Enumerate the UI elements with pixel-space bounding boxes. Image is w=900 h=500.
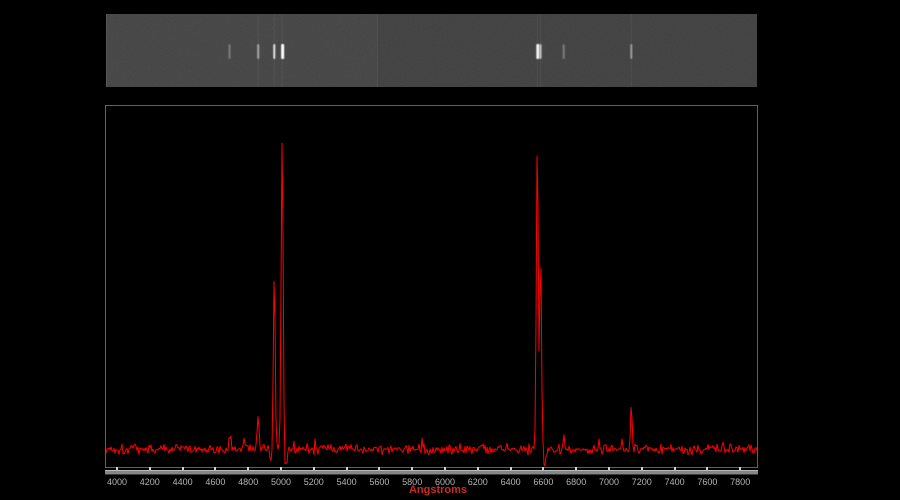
x-axis-tick — [116, 467, 118, 470]
x-tick-label: 4200 — [139, 477, 160, 487]
x-tick-label: 6800 — [566, 477, 587, 487]
emission-line-mark — [536, 44, 540, 59]
spectrum-strip-canvas — [106, 14, 757, 87]
x-axis-tick — [247, 467, 250, 470]
spectrum-strip-image[interactable] — [106, 14, 757, 87]
x-axis-tick — [148, 467, 151, 470]
x-axis-tick — [673, 467, 676, 470]
x-tick-label: 4400 — [172, 477, 193, 487]
strip-left-edge-line — [106, 14, 107, 87]
emission-line-mark — [630, 44, 633, 59]
x-axis-tick — [706, 467, 709, 470]
strip-left-half-shade — [106, 14, 377, 87]
x-tick-label: 5400 — [336, 477, 357, 487]
emission-line-mark — [539, 44, 542, 59]
x-axis-tick — [312, 467, 315, 470]
emission-line-mark — [257, 44, 260, 59]
x-axis-unit-label: Angstroms — [408, 484, 468, 496]
x-axis-tick — [575, 467, 578, 470]
x-axis-tick — [280, 467, 282, 470]
x-tick-label: 6400 — [500, 477, 521, 487]
x-axis-tick — [378, 467, 381, 470]
spectrum-plot-canvas — [106, 142, 757, 467]
x-tick-label: 7400 — [664, 477, 685, 487]
emission-line-mark — [281, 44, 285, 59]
strip-seam-line — [376, 14, 378, 87]
x-tick-label: 6600 — [533, 477, 554, 487]
x-axis-tick — [608, 467, 610, 470]
x-axis-tick — [444, 467, 446, 470]
emission-line-mark — [562, 44, 565, 59]
x-tick-label: 5200 — [303, 477, 324, 487]
x-tick-label: 4000 — [106, 477, 128, 487]
x-tick-label: 6200 — [467, 477, 488, 487]
x-tick-label: 5000 — [270, 477, 292, 487]
x-axis-tick — [542, 467, 545, 470]
spectrum-trace — [106, 142, 757, 467]
x-axis-tick — [509, 467, 512, 470]
x-axis-tick — [739, 467, 742, 470]
x-tick-label: 7000 — [598, 477, 620, 487]
x-axis-bar — [105, 470, 758, 475]
x-tick-label: 7200 — [631, 477, 652, 487]
x-tick-label: 7800 — [730, 477, 751, 487]
app-viewport: 4000 4200 4400 4600 4800 5000 5200 5400 5600 5800… — [0, 0, 900, 500]
x-axis-tick — [411, 467, 414, 470]
x-tick-label: 4600 — [205, 477, 226, 487]
emission-line-mark — [228, 44, 231, 59]
emission-line-mark — [273, 44, 276, 59]
x-axis-tick — [214, 467, 217, 470]
x-tick-label: 7600 — [697, 477, 718, 487]
x-axis-tick — [181, 467, 184, 470]
x-axis-tick — [640, 467, 643, 470]
x-axis-tick — [345, 467, 348, 470]
x-axis-tick — [476, 467, 479, 470]
x-tick-label: 4800 — [238, 477, 259, 487]
x-tick-label: 5600 — [369, 477, 390, 487]
spectrum-plot-frame[interactable] — [105, 105, 758, 468]
